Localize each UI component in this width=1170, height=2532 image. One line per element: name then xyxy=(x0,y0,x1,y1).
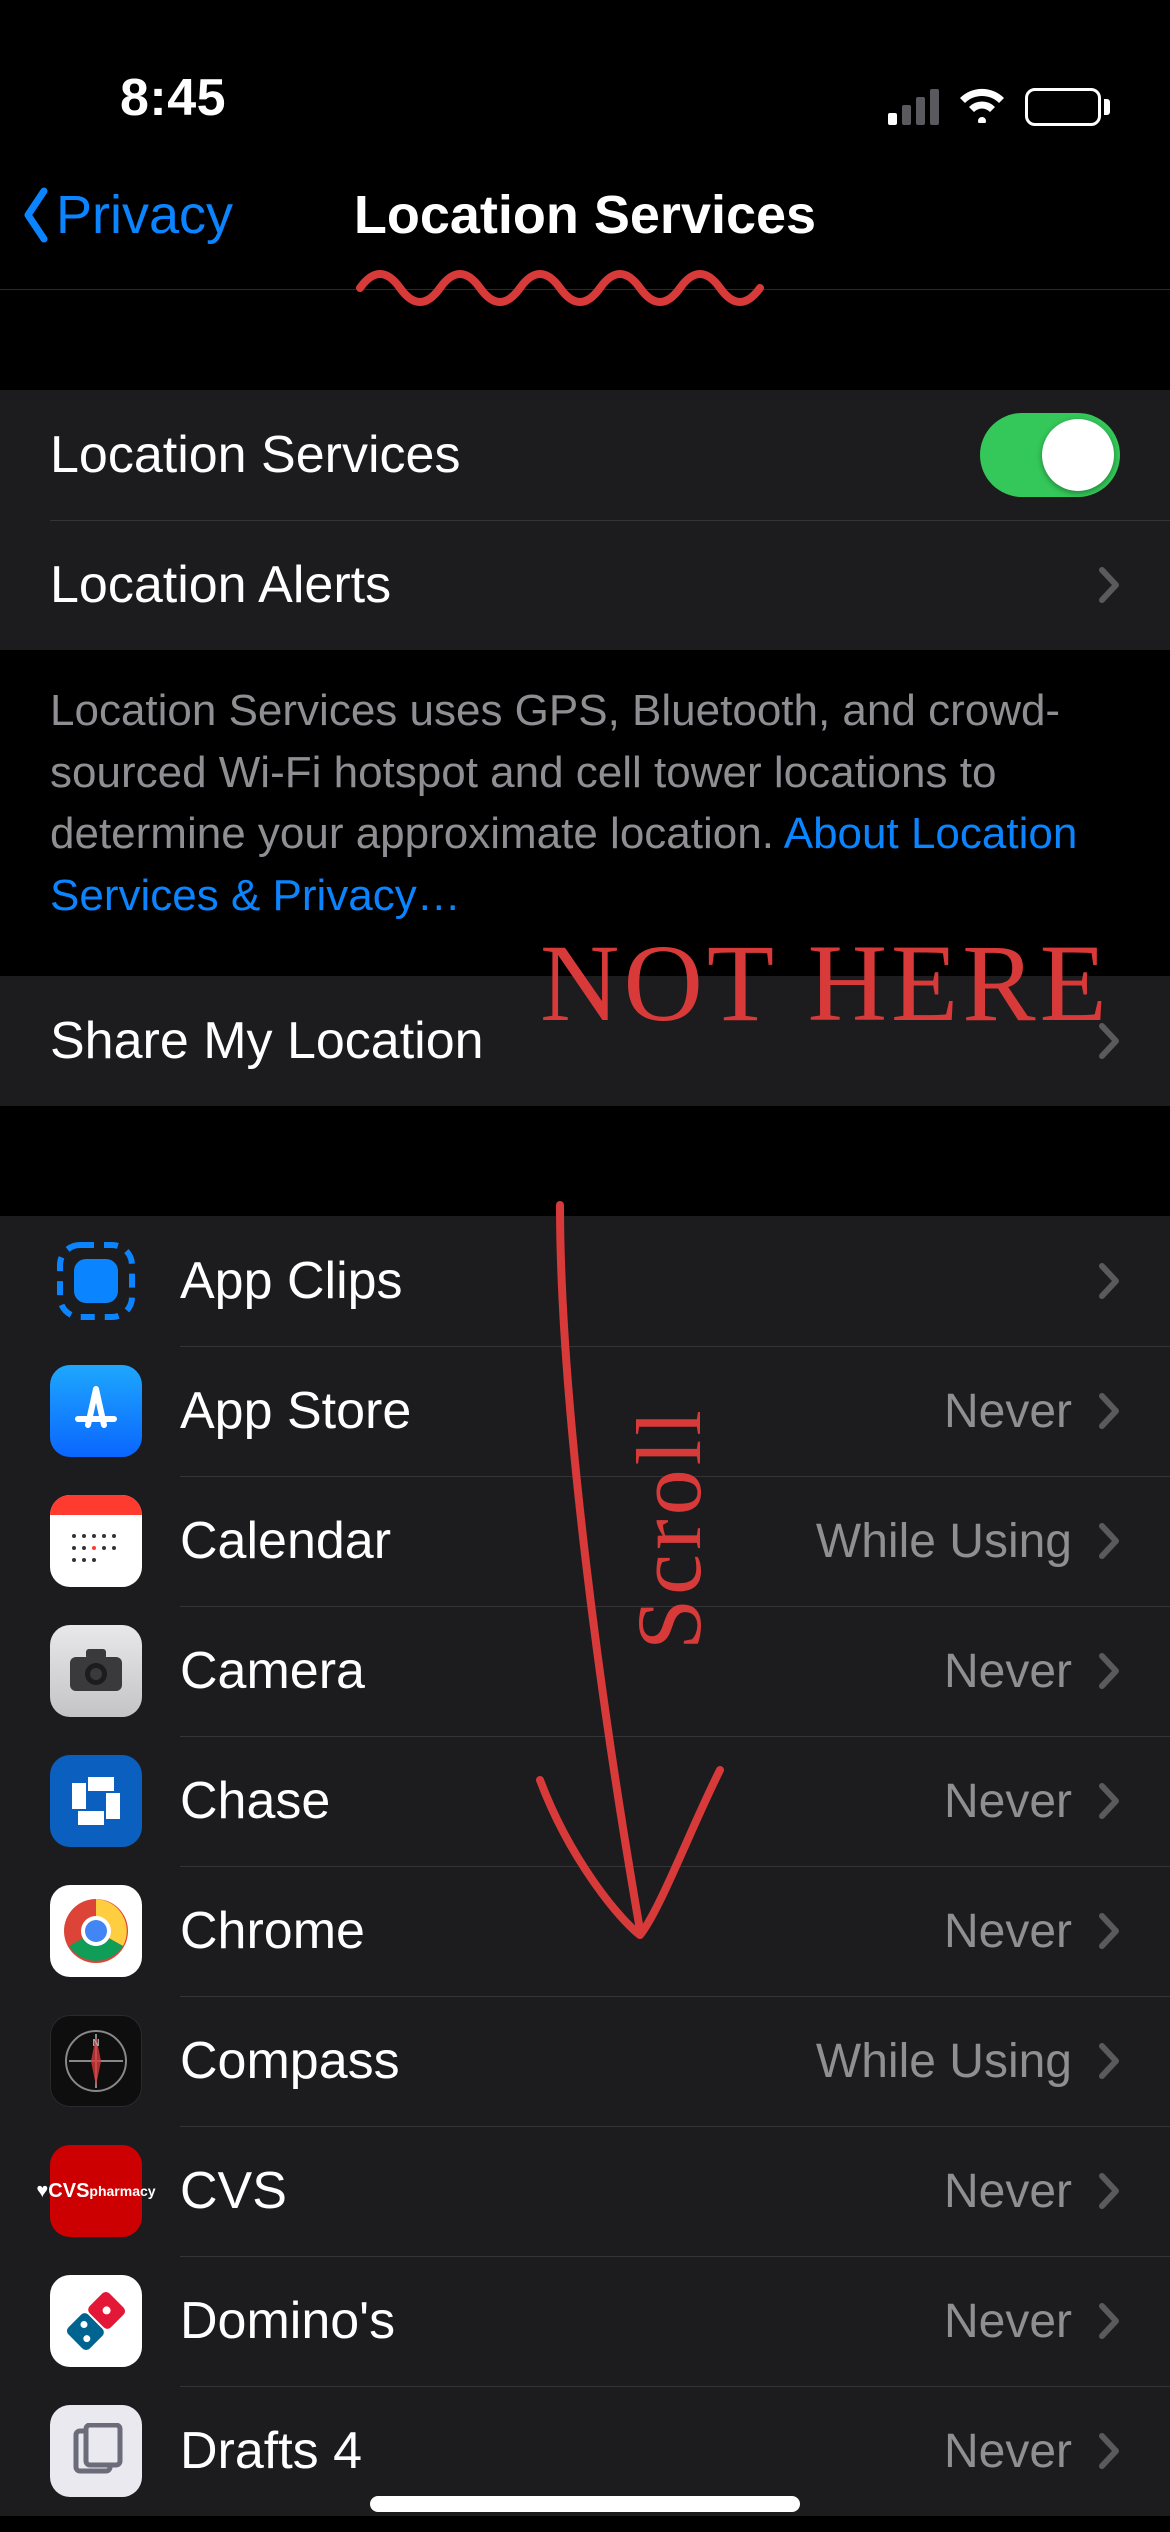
chevron-right-icon xyxy=(1098,2042,1120,2080)
share-my-location-label: Share My Location xyxy=(50,1011,1098,1071)
app-name-label: App Store xyxy=(180,1381,944,1441)
camera-icon xyxy=(50,1625,142,1717)
app-name-label: Camera xyxy=(180,1641,944,1701)
app-name-label: Chase xyxy=(180,1771,944,1831)
chevron-right-icon xyxy=(1098,2172,1120,2210)
app-row-chrome[interactable]: ChromeNever xyxy=(0,1866,1170,1996)
drafts-icon xyxy=(50,2405,142,2497)
chevron-right-icon xyxy=(1098,1022,1120,1060)
section-app-list[interactable]: App ClipsApp StoreNeverCalendarWhile Usi… xyxy=(0,1216,1170,2516)
chevron-right-icon xyxy=(1098,2302,1120,2340)
chevron-right-icon xyxy=(1098,1782,1120,1820)
app-status-label: Never xyxy=(944,1904,1072,1959)
home-indicator[interactable] xyxy=(370,2496,800,2512)
row-share-my-location[interactable]: Share My Location xyxy=(0,976,1170,1106)
status-time: 8:45 xyxy=(60,68,226,128)
app-row-appclips[interactable]: App Clips xyxy=(0,1216,1170,1346)
status-bar: 8:45 xyxy=(0,0,1170,140)
app-name-label: Chrome xyxy=(180,1901,944,1961)
chrome-icon xyxy=(50,1885,142,1977)
battery-icon xyxy=(1025,88,1110,126)
chevron-right-icon xyxy=(1098,2432,1120,2470)
section-location-toggle: Location Services Location Alerts xyxy=(0,390,1170,650)
app-status-label: While Using xyxy=(816,1514,1072,1569)
app-status-label: Never xyxy=(944,2164,1072,2219)
section-share-location: Share My Location xyxy=(0,976,1170,1106)
app-name-label: Domino's xyxy=(180,2291,944,2351)
chevron-right-icon xyxy=(1098,1912,1120,1950)
chevron-right-icon xyxy=(1098,566,1120,604)
app-row-appstore[interactable]: App StoreNever xyxy=(0,1346,1170,1476)
app-row-compass[interactable]: N CompassWhile Using xyxy=(0,1996,1170,2126)
nav-bar: Privacy Location Services xyxy=(0,140,1170,290)
chevron-right-icon xyxy=(1098,1652,1120,1690)
app-status-label: While Using xyxy=(816,2034,1072,2089)
location-services-label: Location Services xyxy=(50,425,980,485)
app-name-label: App Clips xyxy=(180,1251,1098,1311)
calendar-icon xyxy=(50,1495,142,1587)
app-row-chase[interactable]: ChaseNever xyxy=(0,1736,1170,1866)
chevron-right-icon xyxy=(1098,1262,1120,1300)
compass-icon: N xyxy=(50,2015,142,2107)
chevron-right-icon xyxy=(1098,1522,1120,1560)
app-row-cvs[interactable]: ♥CVSpharmacy CVSNever xyxy=(0,2126,1170,2256)
app-name-label: Drafts 4 xyxy=(180,2421,944,2481)
app-name-label: Compass xyxy=(180,2031,816,2091)
app-name-label: Calendar xyxy=(180,1511,816,1571)
cellular-icon xyxy=(888,89,939,125)
app-status-label: Never xyxy=(944,2424,1072,2479)
app-row-camera[interactable]: CameraNever xyxy=(0,1606,1170,1736)
app-status-label: Never xyxy=(944,1384,1072,1439)
app-name-label: CVS xyxy=(180,2161,944,2221)
back-label: Privacy xyxy=(56,184,233,246)
app-row-calendar[interactable]: CalendarWhile Using xyxy=(0,1476,1170,1606)
location-services-footer: Location Services uses GPS, Bluetooth, a… xyxy=(0,650,1170,976)
location-services-toggle[interactable] xyxy=(980,413,1120,497)
appclips-icon xyxy=(50,1235,142,1327)
back-button[interactable]: Privacy xyxy=(20,184,233,246)
app-status-label: Never xyxy=(944,1644,1072,1699)
app-status-label: Never xyxy=(944,1774,1072,1829)
chase-icon xyxy=(50,1755,142,1847)
row-location-services[interactable]: Location Services xyxy=(0,390,1170,520)
location-alerts-label: Location Alerts xyxy=(50,555,1098,615)
app-row-dominos[interactable]: Domino'sNever xyxy=(0,2256,1170,2386)
chevron-right-icon xyxy=(1098,1392,1120,1430)
svg-text:N: N xyxy=(92,2038,99,2049)
cvs-icon: ♥CVSpharmacy xyxy=(50,2145,142,2237)
row-location-alerts[interactable]: Location Alerts xyxy=(0,520,1170,650)
app-status-label: Never xyxy=(944,2294,1072,2349)
appstore-icon xyxy=(50,1365,142,1457)
dominos-icon xyxy=(50,2275,142,2367)
wifi-icon xyxy=(957,85,1007,128)
